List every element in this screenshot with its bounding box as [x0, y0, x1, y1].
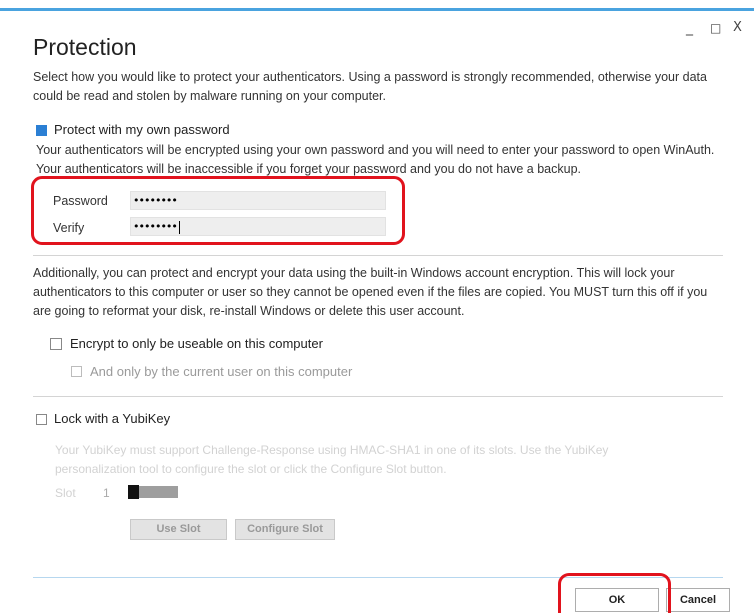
- slot-slider[interactable]: [128, 485, 178, 499]
- ok-highlight-box: [558, 573, 671, 613]
- protection-description: Select how you would like to protect you…: [33, 70, 707, 103]
- section-divider: [33, 255, 723, 256]
- use-slot-button[interactable]: Use Slot: [130, 519, 227, 540]
- section-divider: [33, 396, 723, 397]
- windows-encryption-description: Additionally, you can protect and encryp…: [33, 266, 708, 318]
- protect-password-label[interactable]: Protect with my own password: [54, 122, 230, 137]
- slot-number: 1: [103, 486, 110, 500]
- page-title: Protection: [33, 34, 137, 60]
- encrypt-computer-checkbox[interactable]: [50, 338, 62, 350]
- maximize-icon[interactable]: □: [710, 21, 721, 35]
- encrypt-user-checkbox[interactable]: [71, 366, 82, 377]
- minimize-icon[interactable]: _: [686, 20, 693, 36]
- slot-slider-thumb[interactable]: [128, 485, 139, 499]
- password-note: Your authenticators will be encrypted us…: [36, 143, 715, 176]
- yubikey-note: Your YubiKey must support Challenge-Resp…: [55, 443, 609, 476]
- password-highlight-box: [31, 176, 405, 245]
- yubikey-label[interactable]: Lock with a YubiKey: [54, 411, 170, 426]
- slot-label: Slot: [55, 486, 76, 500]
- cancel-button[interactable]: Cancel: [666, 588, 730, 612]
- window-accent-bar: [0, 8, 754, 11]
- configure-slot-button[interactable]: Configure Slot: [235, 519, 335, 540]
- protect-password-checkbox[interactable]: [36, 125, 47, 136]
- encrypt-user-label[interactable]: And only by the current user on this com…: [90, 364, 352, 379]
- encrypt-computer-label[interactable]: Encrypt to only be useable on this compu…: [70, 336, 323, 351]
- close-icon[interactable]: X: [733, 20, 742, 35]
- protection-dialog: _ □ X Protection Select how you would li…: [0, 0, 754, 613]
- yubikey-checkbox[interactable]: [36, 414, 47, 425]
